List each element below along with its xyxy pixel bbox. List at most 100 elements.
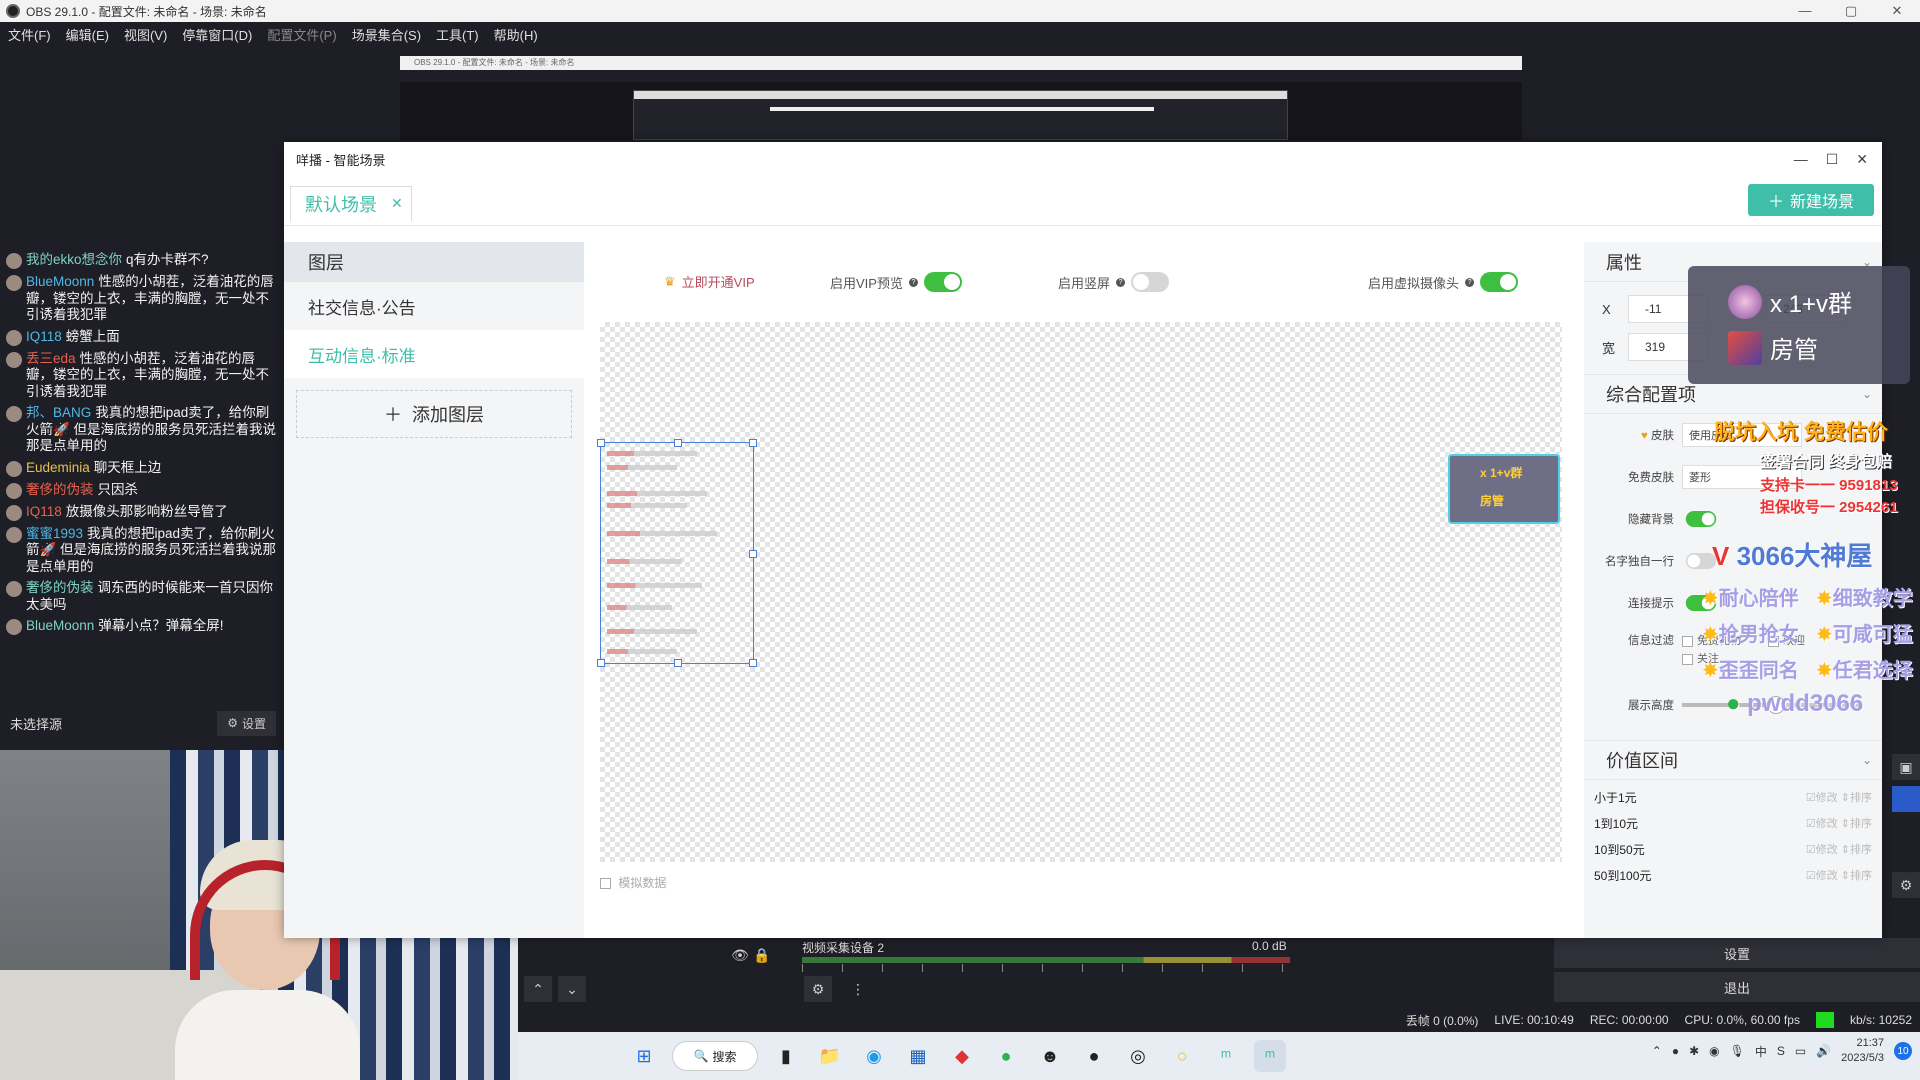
tray-qq-icon[interactable]: ● bbox=[1672, 1044, 1679, 1058]
hide-bg-label: 隐藏背景 bbox=[1628, 514, 1674, 526]
miebo-active-icon[interactable]: ᵐ bbox=[1254, 1040, 1286, 1072]
taskbar-search[interactable]: 🔍 搜索 bbox=[672, 1041, 758, 1071]
row-actions[interactable]: ☑修改 ⇕排序 bbox=[1806, 867, 1872, 883]
portrait-switch[interactable] bbox=[1131, 272, 1170, 292]
bitrate: kb/s: 10252 bbox=[1849, 1013, 1912, 1027]
windows-start-icon[interactable]: ⊞ bbox=[628, 1040, 660, 1072]
chat-preview-line bbox=[607, 491, 707, 496]
minimize-icon[interactable]: — bbox=[1782, 3, 1828, 19]
dialog-title: 咩播 - 智能场景 bbox=[296, 152, 386, 168]
mixer-settings-button[interactable]: ⚙ bbox=[804, 976, 832, 1002]
resize-handle[interactable] bbox=[597, 439, 605, 447]
chevron-down-icon: ⌄ bbox=[566, 980, 578, 997]
resize-handle[interactable] bbox=[749, 659, 757, 667]
chat-message: IQ118 放摄像头那影响粉丝导管了 bbox=[0, 502, 284, 524]
new-scene-button[interactable]: ＋ 新建场景 bbox=[1748, 184, 1874, 216]
move-down-button[interactable]: ⌄ bbox=[558, 976, 586, 1002]
chat-message: 邦、BANG 我真的想把ipad卖了，给你刷火箭🚀 但是海底捞的服务员死活拦着我说… bbox=[0, 403, 284, 458]
row-actions[interactable]: ☑修改 ⇕排序 bbox=[1806, 815, 1872, 831]
menu-file[interactable]: 文件(F) bbox=[8, 25, 51, 44]
filter-label: 信息过滤 bbox=[1628, 635, 1674, 647]
network-icon[interactable]: ▭ bbox=[1795, 1044, 1806, 1058]
chat-message-text: IQ118 放摄像头那影响粉丝导管了 bbox=[26, 504, 228, 521]
store-icon[interactable]: ▦ bbox=[902, 1040, 934, 1072]
resize-handle[interactable] bbox=[749, 550, 757, 558]
menu-docks[interactable]: 停靠窗口(D) bbox=[182, 25, 252, 44]
menu-tools[interactable]: 工具(T) bbox=[436, 25, 479, 44]
resize-handle[interactable] bbox=[674, 439, 682, 447]
tray-expand-icon[interactable]: ⌃ bbox=[1652, 1044, 1662, 1058]
source-settings-button[interactable]: ⚙ 设置 bbox=[217, 710, 276, 736]
resize-handle[interactable] bbox=[674, 659, 682, 667]
clock[interactable]: 21:37 2023/5/3 bbox=[1841, 1036, 1884, 1066]
task-view-icon[interactable]: ▮ bbox=[770, 1040, 802, 1072]
row-actions[interactable]: ☑修改 ⇕排序 bbox=[1806, 841, 1872, 857]
edge-browser-icon[interactable]: ◉ bbox=[858, 1040, 890, 1072]
minimize-icon[interactable]: — bbox=[1794, 151, 1808, 168]
chat-username: 邦、BANG bbox=[26, 405, 92, 420]
source-toolbar: 未选择源 ⚙ 设置 bbox=[0, 708, 284, 738]
vip-preview-switch[interactable] bbox=[923, 272, 962, 292]
row-actions[interactable]: ☑修改 ⇕排序 bbox=[1806, 789, 1872, 805]
overlay-tag: ✸细致教学 bbox=[1816, 588, 1913, 610]
close-tab-icon[interactable]: ✕ bbox=[391, 195, 403, 212]
menu-help[interactable]: 帮助(H) bbox=[494, 25, 538, 44]
move-up-button[interactable]: ⌃ bbox=[524, 976, 552, 1002]
close-icon[interactable]: ✕ bbox=[1874, 3, 1920, 19]
blue-panel-icon[interactable] bbox=[1892, 786, 1920, 812]
tray-app-icon[interactable]: ◉ bbox=[1709, 1044, 1719, 1058]
maximize-icon[interactable]: ▢ bbox=[1828, 3, 1874, 19]
lock-icon[interactable]: 🔒 bbox=[748, 942, 776, 968]
menu-edit[interactable]: 编辑(E) bbox=[66, 25, 109, 44]
chat-username: 奢侈的伪装 bbox=[26, 481, 94, 497]
microphone-icon[interactable]: 🎙 bbox=[1730, 1044, 1745, 1058]
obs-exit-button[interactable]: 退出 bbox=[1554, 972, 1920, 1002]
obs-settings-button[interactable]: 设置 bbox=[1554, 938, 1920, 968]
preview-canvas[interactable]: x 1+v群 房管 bbox=[597, 322, 1562, 862]
vip-link[interactable]: ♛ 立即开通VIP bbox=[664, 272, 755, 291]
resize-handle[interactable] bbox=[749, 439, 757, 447]
menu-scene-collection[interactable]: 场景集合(S) bbox=[352, 25, 421, 44]
overlay-brand-icon: V bbox=[1712, 541, 1737, 571]
virtual-camera-switch[interactable] bbox=[1480, 272, 1519, 292]
add-layer-button[interactable]: ＋ 添加图层 bbox=[296, 390, 572, 438]
volume-icon[interactable]: 🔊 bbox=[1816, 1044, 1831, 1058]
obs-taskbar-icon[interactable]: ◎ bbox=[1122, 1040, 1154, 1072]
hide-bg-switch[interactable] bbox=[1685, 511, 1717, 527]
wechat-icon[interactable]: ● bbox=[990, 1040, 1022, 1072]
maximize-icon[interactable]: ☐ bbox=[1826, 151, 1839, 168]
selected-chat-widget[interactable] bbox=[597, 439, 757, 667]
gear-icon: ⚙ bbox=[227, 716, 238, 730]
danmaku-chat: 我的ekko想念你 q有办卡群不? BlueMoonn 性感的小胡茬，泛着油花的唇瓣，… bbox=[0, 250, 284, 670]
gear-icon[interactable]: ⚙ bbox=[1892, 872, 1920, 898]
chat-message-text: Eudeminia 聊天框上边 bbox=[26, 460, 161, 477]
menu-view[interactable]: 视图(V) bbox=[124, 25, 167, 44]
chevron-down-icon: ⌄ bbox=[1861, 753, 1872, 767]
layer-interactive-info[interactable]: 互动信息·标准 bbox=[284, 330, 584, 378]
resize-handle[interactable] bbox=[597, 659, 605, 667]
miebo-icon[interactable]: ᵐ bbox=[1210, 1040, 1242, 1072]
notification-badge[interactable]: 10 bbox=[1894, 1042, 1912, 1060]
tray-s-icon[interactable]: S bbox=[1777, 1044, 1785, 1058]
chat-text: 弹幕小点？弹幕全屏! bbox=[98, 618, 224, 633]
more-options-button[interactable]: ⋮ bbox=[844, 976, 872, 1002]
bluetooth-icon[interactable]: ✱ bbox=[1689, 1044, 1699, 1058]
app-face-icon[interactable]: ☻ bbox=[1034, 1040, 1066, 1072]
chat-username: IQ118 bbox=[26, 503, 62, 519]
mock-data-checkbox[interactable]: 模拟数据 bbox=[600, 874, 666, 891]
close-icon[interactable]: ✕ bbox=[1856, 151, 1868, 168]
qq-icon[interactable]: ● bbox=[1078, 1040, 1110, 1072]
menu-profile[interactable]: 配置文件(P) bbox=[267, 25, 336, 44]
file-explorer-icon[interactable]: 📁 bbox=[814, 1040, 846, 1072]
input-method-icon[interactable]: 中 bbox=[1755, 1043, 1767, 1060]
taskbar-search-label: 搜索 bbox=[712, 1049, 737, 1064]
layer-social-info[interactable]: 社交信息·公告 bbox=[284, 282, 584, 330]
dock-icon[interactable]: ▣ bbox=[1892, 754, 1920, 780]
plus-icon: ＋ bbox=[384, 405, 402, 425]
app-yellow-icon[interactable]: ○ bbox=[1166, 1040, 1198, 1072]
widget-line-2: 房管 bbox=[1480, 494, 1505, 508]
app-red-icon[interactable]: ◆ bbox=[946, 1040, 978, 1072]
value-range-header[interactable]: 价值区间 ⌄ bbox=[1584, 740, 1882, 780]
tab-default-scene[interactable]: 默认场景 ✕ bbox=[290, 186, 412, 222]
selected-gift-widget[interactable]: x 1+v群 房管 bbox=[1448, 454, 1560, 524]
